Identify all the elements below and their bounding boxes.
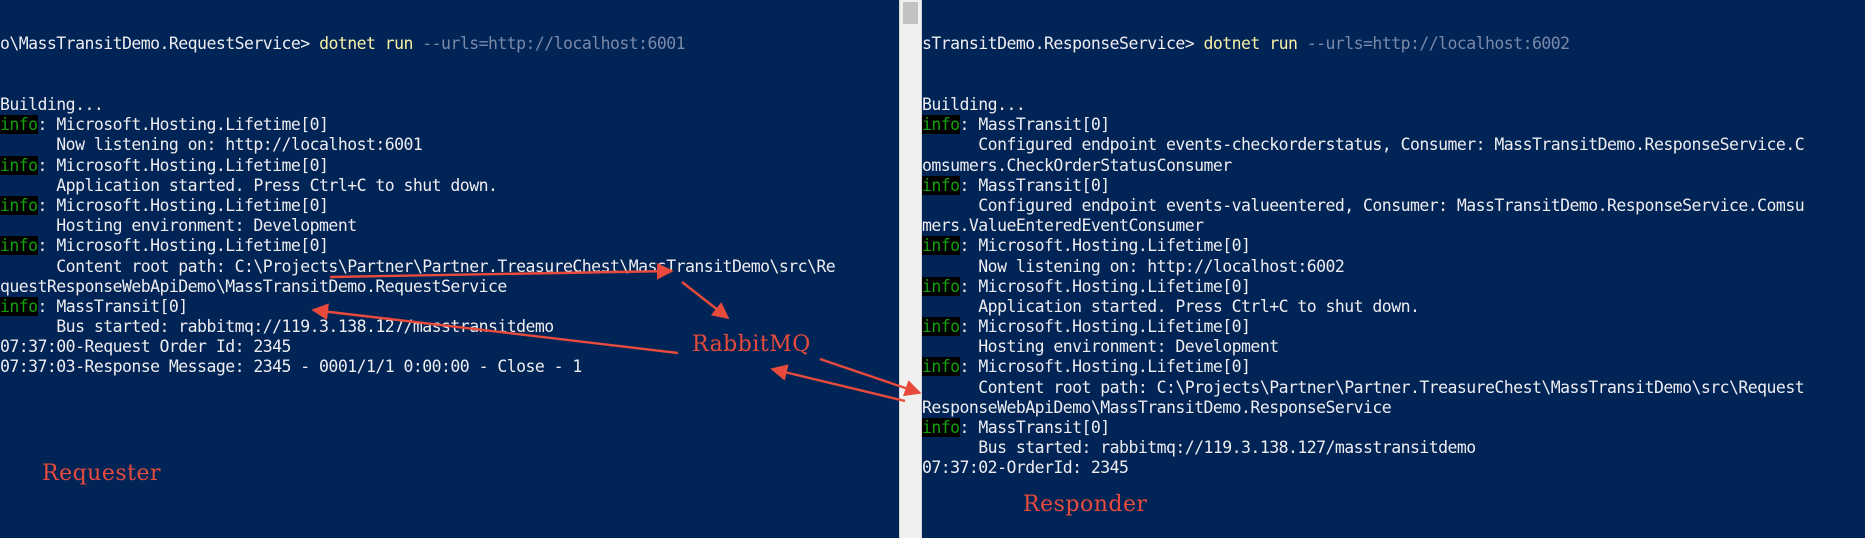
arrow-broker-to-requester [311,303,679,355]
rabbitmq-label: RabbitMQ [692,332,811,357]
requester-label: Requester [42,461,162,486]
arrow-broker-to-responder [819,357,922,397]
responder-label: Responder [1023,492,1148,517]
arrow-responder-to-broker [770,364,906,403]
annotation-arrows [311,262,922,403]
arrow-request-to-broker [681,281,730,320]
arrow-request-out [329,262,674,280]
